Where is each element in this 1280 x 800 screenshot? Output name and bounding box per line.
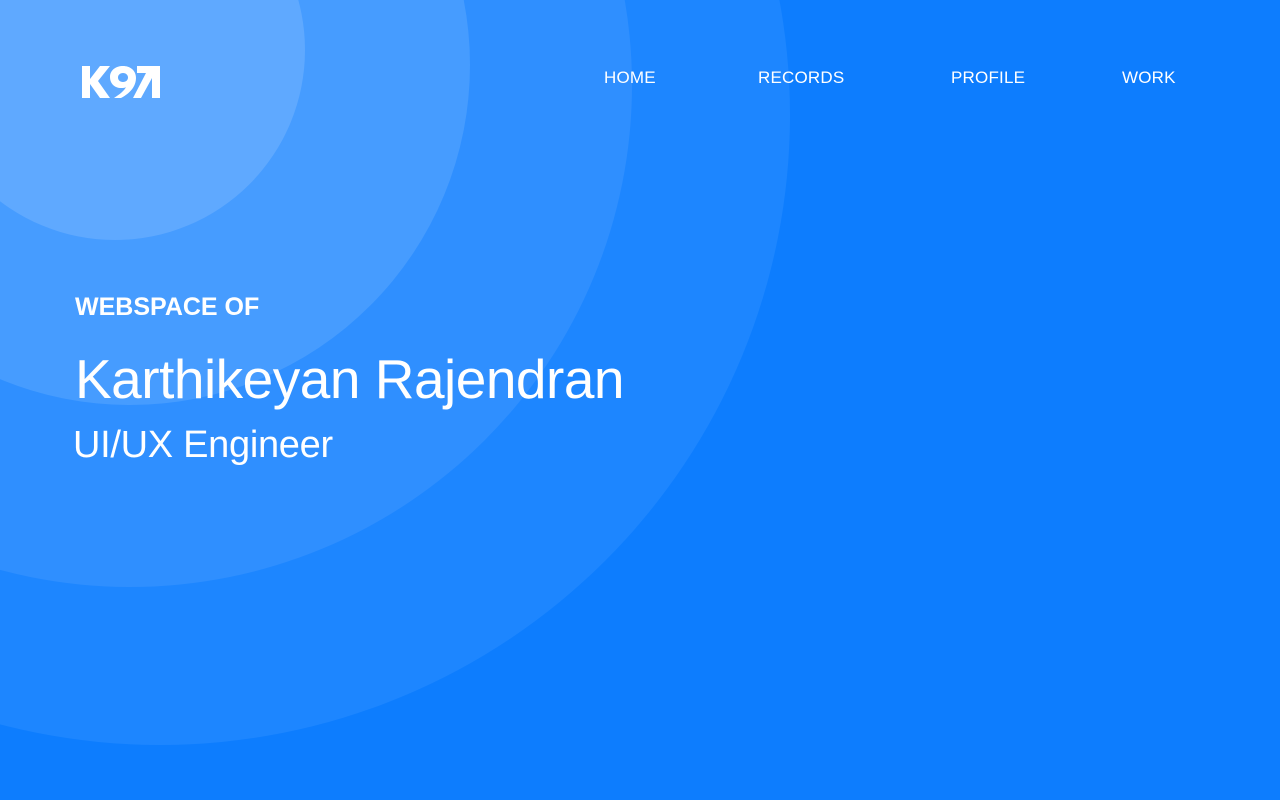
- hero-name: Karthikeyan Rajendran: [75, 348, 625, 410]
- nav-link-home[interactable]: HOME: [604, 66, 656, 90]
- nav-link-profile[interactable]: PROFILE: [951, 66, 1025, 90]
- hero-role: UI/UX Engineer: [73, 424, 333, 466]
- nav-link-records[interactable]: RECORDS: [758, 66, 844, 90]
- hero-eyebrow: WEBSPACE OF: [75, 293, 260, 321]
- main-nav: HOME RECORDS PROFILE WORK: [0, 66, 1280, 92]
- nav-link-work[interactable]: WORK: [1122, 66, 1176, 90]
